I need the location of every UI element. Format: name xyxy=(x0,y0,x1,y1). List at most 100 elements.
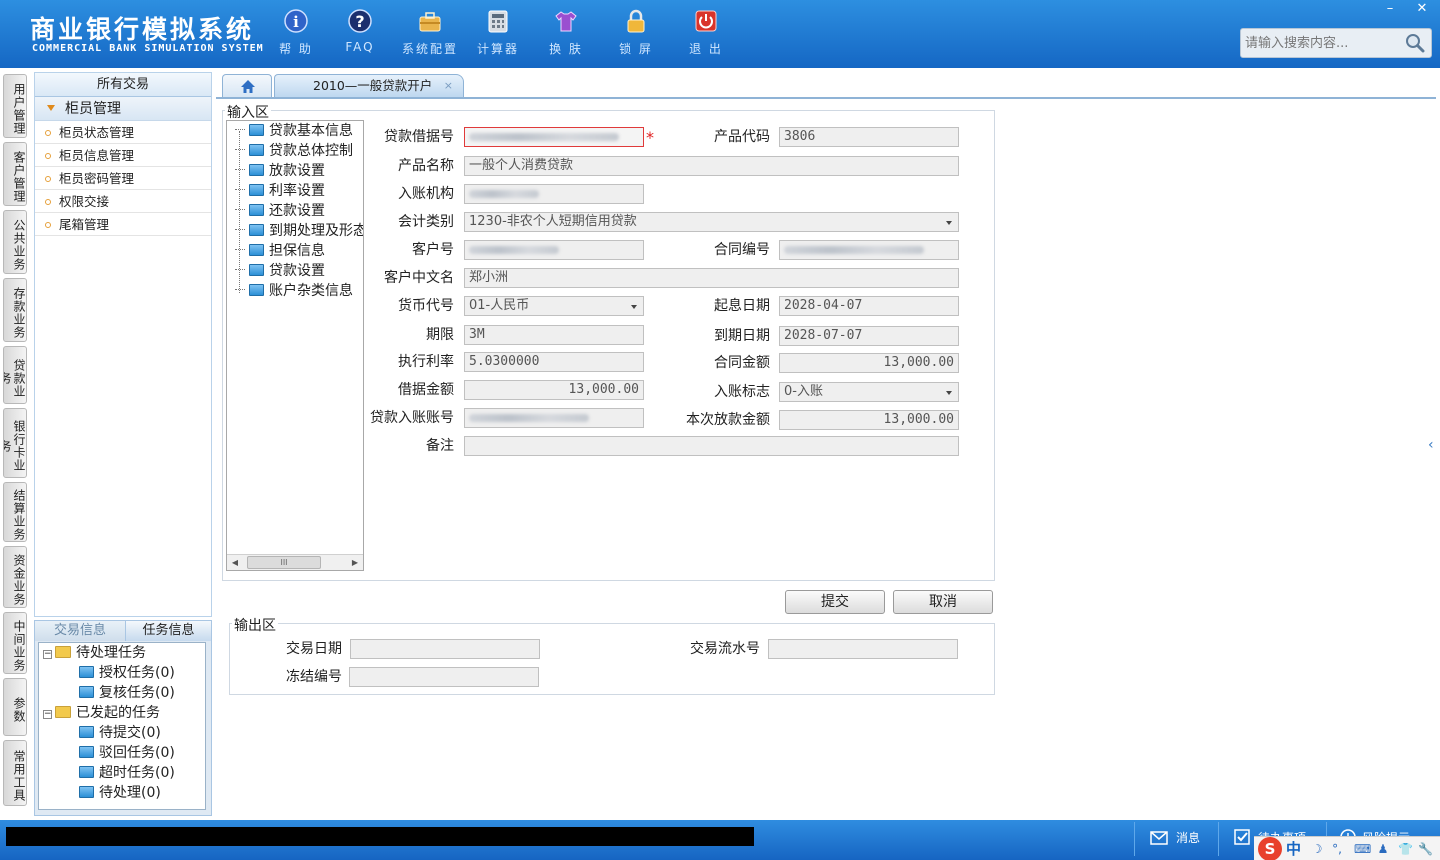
dropdown-arrow-icon[interactable] xyxy=(946,221,952,225)
tx-date-label: 交易日期 xyxy=(286,641,342,657)
module-tab-settlement[interactable]: 结算业务 xyxy=(3,482,27,542)
cancel-button[interactable]: 取消 xyxy=(893,590,993,614)
module-tab-public[interactable]: 公共业务 xyxy=(3,210,27,274)
tree-node-authorize[interactable]: 授权任务(0) xyxy=(79,663,175,683)
moon-icon[interactable]: ☽ xyxy=(1310,842,1324,856)
product-code-label: 产品代码 xyxy=(714,129,770,145)
loan-receipt-no-field[interactable] xyxy=(464,127,644,147)
loan-account-field[interactable] xyxy=(464,408,644,428)
tx-date-field[interactable] xyxy=(350,639,540,659)
tree-node-rejected[interactable]: 驳回任务(0) xyxy=(79,743,175,763)
module-tab-user[interactable]: 用户管理 xyxy=(3,74,27,138)
tx-serial-field[interactable] xyxy=(768,639,958,659)
accounting-category-select[interactable]: 1230-非农个人短期信用贷款 xyxy=(464,212,959,232)
minimize-button[interactable]: – xyxy=(1374,0,1406,18)
skin-icon[interactable]: 👕 xyxy=(1398,842,1413,856)
folder-icon xyxy=(79,686,94,698)
horizontal-scrollbar[interactable]: ◀ III ▶ xyxy=(227,554,363,570)
module-tab-params[interactable]: 参数 xyxy=(3,678,27,736)
search-input[interactable] xyxy=(1241,29,1401,57)
exec-rate-field[interactable]: 5.0300000 xyxy=(464,352,644,372)
contract-no-field[interactable] xyxy=(779,240,959,260)
calculator-icon xyxy=(485,8,511,34)
nav-maturity[interactable]: 到期处理及形态 xyxy=(235,221,363,241)
menu-item-teller-info[interactable]: 柜员信息管理 xyxy=(35,144,211,167)
module-tab-loan[interactable]: 贷款业务 xyxy=(3,346,27,404)
account-flag-select[interactable]: 0-入账 xyxy=(779,382,959,402)
currency-select[interactable]: 01-人民币 xyxy=(464,296,644,316)
punctuation-icon[interactable]: °, xyxy=(1330,842,1344,856)
customer-no-field[interactable] xyxy=(464,240,644,260)
lock-screen-button[interactable]: 锁 屏 xyxy=(608,8,664,60)
nav-basic-info[interactable]: 贷款基本信息 xyxy=(235,121,353,141)
close-button[interactable]: ✕ xyxy=(1406,0,1438,18)
tree-node-timeout[interactable]: 超时任务(0) xyxy=(79,763,175,783)
tree-node-initiated[interactable]: − 已发起的任务 xyxy=(43,703,160,723)
nav-misc-info[interactable]: 账户杂类信息 xyxy=(235,281,353,301)
collapse-icon[interactable]: − xyxy=(43,650,52,659)
freeze-no-field[interactable] xyxy=(349,667,539,687)
nav-disbursement[interactable]: 放款设置 xyxy=(235,161,325,181)
tree-node-pending[interactable]: − 待处理任务 xyxy=(43,643,146,663)
exit-button[interactable]: 退 出 xyxy=(678,8,734,60)
bullet-icon xyxy=(45,153,51,159)
faq-button[interactable]: ? FAQ xyxy=(332,8,388,60)
product-name-field[interactable]: 一般个人消费贷款 xyxy=(464,156,959,176)
remark-field[interactable] xyxy=(464,436,959,456)
menu-item-permission-handover[interactable]: 权限交接 xyxy=(35,190,211,213)
dropdown-arrow-icon[interactable] xyxy=(631,305,637,309)
module-tab-intermediary[interactable]: 中间业务 xyxy=(3,612,27,674)
product-code-field[interactable]: 3806 xyxy=(779,127,959,147)
receipt-amount-field[interactable]: 13,000.00 xyxy=(464,380,644,400)
module-tab-bank-card[interactable]: 银行卡业务 xyxy=(3,408,27,478)
home-tab[interactable] xyxy=(222,74,272,98)
module-tab-tools[interactable]: 常用工具 xyxy=(3,740,27,806)
tree-node-to-process[interactable]: 待处理(0) xyxy=(79,783,161,803)
menu-group-teller[interactable]: 柜员管理 xyxy=(35,97,211,121)
close-tab-icon[interactable]: × xyxy=(444,75,453,97)
tree-node-to-submit[interactable]: 待提交(0) xyxy=(79,723,161,743)
collapse-panel-handle[interactable]: ‹ xyxy=(1428,420,1438,470)
nav-interest-rate[interactable]: 利率设置 xyxy=(235,181,325,201)
module-tab-funds[interactable]: 资金业务 xyxy=(3,546,27,608)
maturity-date-field[interactable]: 2028-07-07 xyxy=(779,326,959,346)
change-skin-button[interactable]: 换 肤 xyxy=(538,8,594,60)
nav-guarantee[interactable]: 担保信息 xyxy=(235,241,325,261)
search-icon[interactable] xyxy=(1405,33,1425,53)
submit-button[interactable]: 提交 xyxy=(785,590,885,614)
tab-task-info[interactable]: 任务信息 xyxy=(125,621,211,641)
user-icon[interactable]: ♟ xyxy=(1376,842,1390,856)
keyboard-icon[interactable]: ⌨ xyxy=(1354,842,1371,856)
tree-node-review[interactable]: 复核任务(0) xyxy=(79,683,175,703)
ime-logo-icon[interactable]: S xyxy=(1258,837,1282,860)
ime-mode-toggle[interactable]: 中 xyxy=(1286,839,1301,859)
settings-wrench-icon[interactable]: 🔧 xyxy=(1418,842,1433,856)
calculator-button[interactable]: 计算器 xyxy=(470,8,526,60)
menu-item-teller-password[interactable]: 柜员密码管理 xyxy=(35,167,211,190)
system-config-button[interactable]: 系统配置 xyxy=(402,8,458,60)
module-tab-deposit[interactable]: 存款业务 xyxy=(3,278,27,342)
task-panel: 交易信息 任务信息 − 待处理任务 授权任务(0) 复核任务(0) − 已发起的任务… xyxy=(34,620,212,816)
dropdown-arrow-icon[interactable] xyxy=(946,391,952,395)
nav-loan-settings[interactable]: 贷款设置 xyxy=(235,261,325,281)
messages-button[interactable]: 消息 xyxy=(1150,828,1200,848)
scroll-thumb[interactable]: III xyxy=(247,556,321,569)
menu-item-cash-box[interactable]: 尾箱管理 xyxy=(35,213,211,236)
contract-amount-field[interactable]: 13,000.00 xyxy=(779,353,959,373)
help-button[interactable]: i 帮 助 xyxy=(268,8,324,60)
nav-repayment[interactable]: 还款设置 xyxy=(235,201,325,221)
nav-overall-control[interactable]: 贷款总体控制 xyxy=(235,141,353,161)
customer-cn-name-field[interactable]: 郑小洲 xyxy=(464,268,959,288)
start-date-field[interactable]: 2028-04-07 xyxy=(779,296,959,316)
account-org-field[interactable] xyxy=(464,184,644,204)
term-field[interactable]: 3M xyxy=(464,325,644,345)
menu-item-teller-status[interactable]: 柜员状态管理 xyxy=(35,121,211,144)
disburse-amount-field[interactable]: 13,000.00 xyxy=(779,410,959,430)
module-tab-customer[interactable]: 客户管理 xyxy=(3,142,27,206)
scroll-right-icon[interactable]: ▶ xyxy=(347,555,363,570)
tab-transaction-info[interactable]: 交易信息 xyxy=(35,621,125,641)
scroll-left-icon[interactable]: ◀ xyxy=(227,555,243,570)
menu-header[interactable]: 所有交易 xyxy=(35,73,211,97)
tab-loan-account-opening[interactable]: 2010—一般贷款开户 × xyxy=(274,74,464,98)
collapse-icon[interactable]: − xyxy=(43,710,52,719)
